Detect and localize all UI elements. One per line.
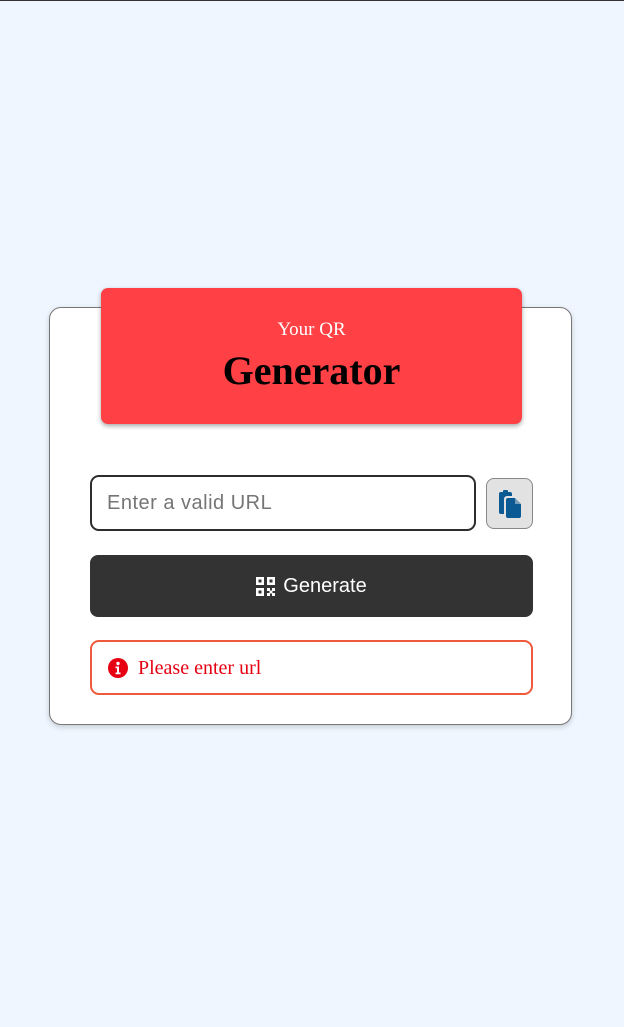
header-subtitle: Your QR xyxy=(277,319,346,340)
url-input[interactable] xyxy=(90,475,476,531)
paste-button[interactable] xyxy=(486,478,533,529)
qr-code-icon xyxy=(256,576,276,596)
error-message-box: Please enter url xyxy=(90,640,533,695)
info-circle-icon xyxy=(108,657,128,678)
error-message-text: Please enter url xyxy=(138,656,262,679)
header-title: Generator xyxy=(222,348,401,393)
generate-button[interactable]: Generate xyxy=(90,555,533,617)
header-banner: Your QR Generator xyxy=(101,288,522,424)
top-border-line xyxy=(0,0,624,1)
clipboard-paste-icon xyxy=(498,489,522,518)
generate-button-label: Generate xyxy=(283,575,367,597)
